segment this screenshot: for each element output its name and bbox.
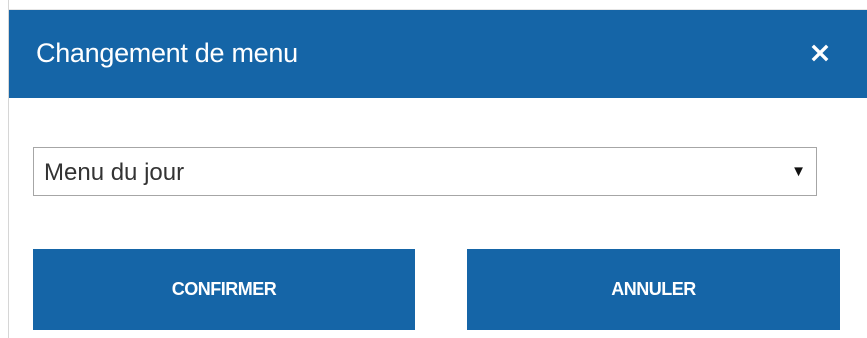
confirm-button[interactable]: CONFIRMER [33, 249, 415, 330]
dialog-title: Changement de menu [36, 38, 298, 68]
confirm-button-label: CONFIRMER [171, 279, 277, 299]
close-button[interactable] [803, 36, 837, 70]
close-icon [811, 44, 829, 62]
menu-select-value: Menu du jour [44, 159, 185, 186]
cancel-button[interactable]: ANNULER [467, 249, 840, 330]
dialog-top-edge [8, 0, 867, 10]
menu-change-dialog: Changement de menu Menu du jour ▼ CONFIR… [0, 0, 867, 338]
menu-select[interactable]: Menu du jour ▼ [33, 147, 817, 196]
cancel-button-label: ANNULER [611, 279, 696, 299]
chevron-down-icon: ▼ [791, 163, 806, 180]
dialog-header: Changement de menu [9, 10, 867, 98]
